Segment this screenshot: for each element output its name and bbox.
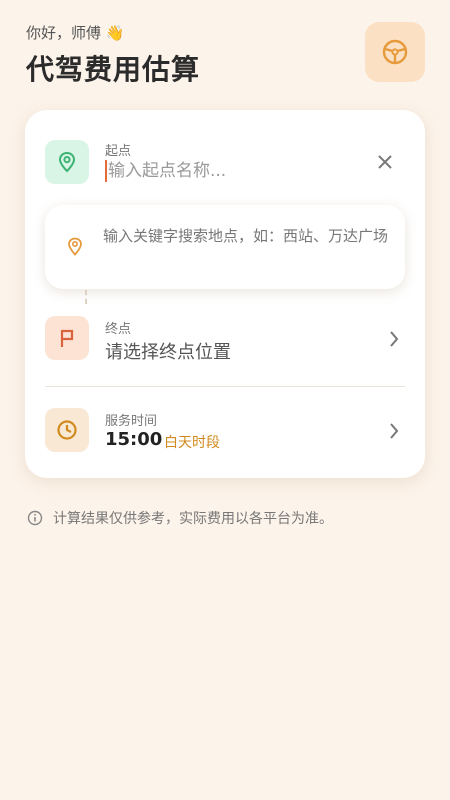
start-input[interactable]: 输入起点名称... xyxy=(105,160,226,182)
suggestion-text: 输入关键字搜索地点，如：西站、万达广场 xyxy=(103,227,389,245)
start-icon-box xyxy=(45,140,89,184)
page-title: 代驾费用估算 xyxy=(26,53,201,86)
chevron-right-icon xyxy=(390,331,399,347)
close-icon xyxy=(378,155,392,169)
clear-button[interactable] xyxy=(372,149,398,175)
time-chevron[interactable] xyxy=(384,421,404,441)
location-pin-icon xyxy=(68,237,82,256)
info-icon xyxy=(27,510,43,526)
disclaimer-text: 计算结果仅供参考，实际费用以各平台为准。 xyxy=(53,511,333,527)
time-icon-box xyxy=(45,408,89,452)
divider xyxy=(45,386,405,387)
end-icon-box xyxy=(45,316,89,360)
greeting: 你好，师傅 👋 xyxy=(26,24,125,42)
flag-icon xyxy=(60,329,74,347)
clock-icon xyxy=(57,420,77,440)
steering-wheel-icon xyxy=(382,39,408,65)
service-time-value[interactable]: 15:00 xyxy=(105,429,162,450)
chevron-right-icon xyxy=(390,423,399,439)
steering-wheel-button[interactable] xyxy=(365,22,425,82)
route-connector xyxy=(85,290,87,304)
end-chevron[interactable] xyxy=(384,329,404,349)
search-suggestion[interactable]: 输入关键字搜索地点，如：西站、万达广场 xyxy=(45,205,405,289)
location-pin-icon xyxy=(58,151,76,173)
end-label: 终点 xyxy=(105,322,132,337)
end-location-select[interactable]: 请选择终点位置 xyxy=(105,338,231,364)
start-label: 起点 xyxy=(105,144,132,159)
period-badge: 白天时段 xyxy=(164,435,220,451)
service-time-label: 服务时间 xyxy=(105,414,158,429)
disclaimer: 计算结果仅供参考，实际费用以各平台为准。 xyxy=(27,508,333,528)
